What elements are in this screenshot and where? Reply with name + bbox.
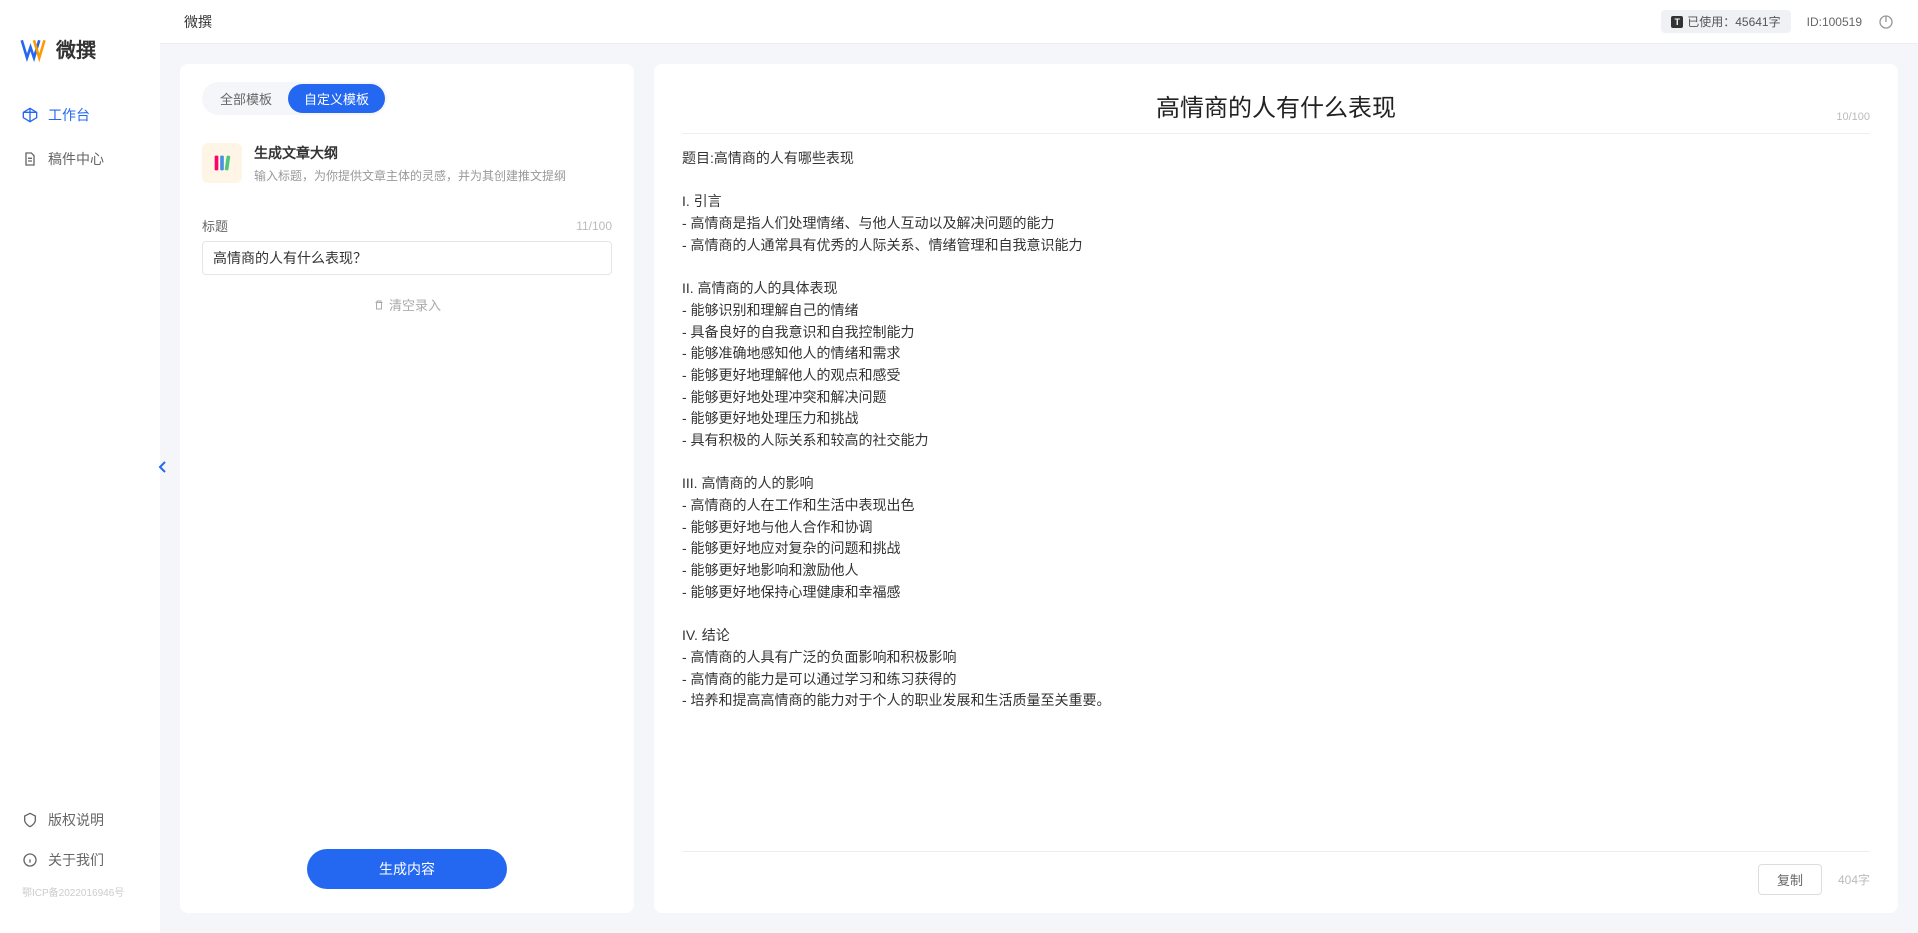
sidebar: 微撰 工作台 稿件中心 版权说明 关于我们 鄂ICP备2022016946号 — [0, 0, 160, 933]
title-input[interactable] — [202, 241, 612, 275]
doc-title-count: 10/100 — [1836, 111, 1870, 123]
sidebar-collapse[interactable] — [156, 453, 170, 481]
tab-custom-templates[interactable]: 自定义模板 — [288, 84, 385, 113]
nav-workspace[interactable]: 工作台 — [0, 93, 160, 137]
nav-label: 版权说明 — [48, 810, 104, 830]
content: 全部模板 自定义模板 生成文章大纲 输入标题，为你提供文章主体的灵感，并为其创建… — [160, 44, 1918, 933]
breadcrumb: 微撰 — [184, 12, 212, 32]
logo-icon — [20, 35, 48, 63]
books-icon — [202, 143, 242, 183]
clear-label: 清空录入 — [389, 295, 441, 314]
nav-about[interactable]: 关于我们 — [0, 840, 160, 880]
doc-title[interactable]: 高情商的人有什么表现 — [682, 88, 1870, 123]
doc-body[interactable]: 题目:高情商的人有哪些表现 I. 引言 - 高情商是指人们处理情绪、与他人互动以… — [682, 148, 1870, 851]
nav-label: 稿件中心 — [48, 149, 104, 169]
clear-button[interactable]: 清空录入 — [373, 295, 441, 314]
input-panel: 全部模板 自定义模板 生成文章大纲 输入标题，为你提供文章主体的灵感，并为其创建… — [180, 64, 634, 913]
nav-drafts[interactable]: 稿件中心 — [0, 137, 160, 181]
nav-label: 工作台 — [48, 105, 90, 125]
copy-button[interactable]: 复制 — [1758, 864, 1822, 895]
trash-icon — [373, 299, 385, 311]
user-id: ID:100519 — [1807, 15, 1862, 29]
template-tabs: 全部模板 自定义模板 — [202, 82, 387, 115]
sidebar-bottom: 版权说明 关于我们 鄂ICP备2022016946号 — [0, 800, 160, 913]
info-icon — [22, 852, 38, 868]
main: 微撰 T 已使用：45641字 ID:100519 全部模板 自定义模板 — [160, 0, 1918, 933]
topbar: 微撰 T 已使用：45641字 ID:100519 — [160, 0, 1918, 44]
title-char-count: 11/100 — [576, 219, 612, 233]
template-card: 生成文章大纲 输入标题，为你提供文章主体的灵感，并为其创建推文提纲 — [202, 133, 612, 202]
document-icon — [22, 151, 38, 167]
shield-icon — [22, 812, 38, 828]
tab-all-templates[interactable]: 全部模板 — [204, 84, 288, 113]
title-label: 标题 — [202, 216, 228, 235]
usage-badge[interactable]: T 已使用：45641字 — [1661, 10, 1790, 33]
template-desc: 输入标题，为你提供文章主体的灵感，并为其创建推文提纲 — [254, 167, 612, 184]
chevron-left-icon — [158, 460, 168, 474]
cube-icon — [22, 107, 38, 123]
usage-text: 已使用：45641字 — [1687, 13, 1780, 30]
template-title: 生成文章大纲 — [254, 143, 612, 163]
nav-label: 关于我们 — [48, 850, 104, 870]
nav: 工作台 稿件中心 — [0, 93, 160, 800]
nav-copyright[interactable]: 版权说明 — [0, 800, 160, 840]
text-icon: T — [1671, 16, 1683, 28]
power-icon[interactable] — [1878, 14, 1894, 30]
generate-button[interactable]: 生成内容 — [307, 849, 507, 889]
word-count: 404字 — [1838, 871, 1870, 888]
icp-text: 鄂ICP备2022016946号 — [0, 880, 160, 903]
logo-text: 微撰 — [56, 34, 96, 63]
output-panel: 高情商的人有什么表现 10/100 题目:高情商的人有哪些表现 I. 引言 - … — [654, 64, 1898, 913]
logo[interactable]: 微撰 — [0, 20, 160, 93]
